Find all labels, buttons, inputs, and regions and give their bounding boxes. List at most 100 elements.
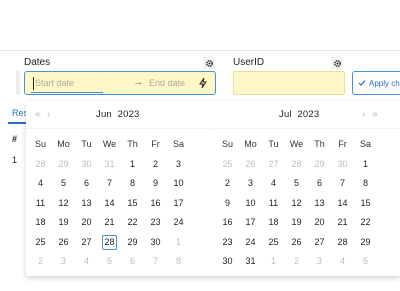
day-cell[interactable]: 24 bbox=[239, 233, 262, 253]
day-cell[interactable]: 27 bbox=[262, 155, 285, 175]
day-cell[interactable]: 11 bbox=[29, 194, 52, 214]
day-cell[interactable]: 29 bbox=[308, 155, 331, 175]
day-cell[interactable]: 22 bbox=[121, 213, 144, 233]
day-cell[interactable]: 5 bbox=[285, 174, 308, 194]
day-cell[interactable]: 5 bbox=[52, 174, 75, 194]
day-cell[interactable]: 2 bbox=[285, 252, 308, 272]
day-cell[interactable]: 4 bbox=[331, 252, 354, 272]
day-cell[interactable]: 19 bbox=[52, 213, 75, 233]
lightning-icon[interactable] bbox=[197, 77, 209, 89]
day-cell[interactable]: 1 bbox=[354, 155, 377, 175]
day-cell[interactable]: 3 bbox=[239, 174, 262, 194]
day-cell-today[interactable]: 28 bbox=[98, 233, 121, 253]
month-title[interactable]: Jul 2023 bbox=[279, 109, 319, 120]
day-cell[interactable]: 2 bbox=[216, 174, 239, 194]
end-date-input[interactable]: End date bbox=[149, 78, 185, 88]
day-cell[interactable]: 15 bbox=[121, 194, 144, 214]
previous-year-icon[interactable]: « bbox=[35, 109, 41, 120]
day-cell[interactable]: 7 bbox=[98, 174, 121, 194]
day-cell[interactable]: 6 bbox=[75, 174, 98, 194]
day-cell[interactable]: 16 bbox=[216, 213, 239, 233]
day-cell[interactable]: 23 bbox=[216, 233, 239, 253]
day-cell[interactable]: 28 bbox=[331, 233, 354, 253]
day-cell[interactable]: 27 bbox=[308, 233, 331, 253]
day-cell[interactable]: 25 bbox=[216, 155, 239, 175]
day-cell[interactable]: 3 bbox=[52, 252, 75, 272]
next-month-icon[interactable]: › bbox=[362, 109, 365, 120]
apply-changes-button[interactable]: Apply ch bbox=[352, 71, 400, 95]
day-cell[interactable]: 29 bbox=[52, 155, 75, 175]
day-cell[interactable]: 6 bbox=[121, 252, 144, 272]
day-cell[interactable]: 30 bbox=[216, 252, 239, 272]
previous-month-icon[interactable]: ‹ bbox=[47, 109, 50, 120]
day-cell[interactable]: 26 bbox=[239, 155, 262, 175]
day-cell[interactable]: 2 bbox=[29, 252, 52, 272]
day-cell[interactable]: 29 bbox=[354, 233, 377, 253]
day-cell[interactable]: 14 bbox=[331, 194, 354, 214]
day-cell[interactable]: 7 bbox=[144, 252, 167, 272]
day-cell[interactable]: 15 bbox=[354, 194, 377, 214]
day-cell[interactable]: 7 bbox=[331, 174, 354, 194]
next-year-icon[interactable]: » bbox=[372, 109, 378, 120]
month-name[interactable]: Jun bbox=[96, 109, 112, 120]
day-cell[interactable]: 31 bbox=[98, 155, 121, 175]
day-cell[interactable]: 22 bbox=[354, 213, 377, 233]
month-year[interactable]: 2023 bbox=[118, 109, 140, 120]
day-cell[interactable]: 2 bbox=[144, 155, 167, 175]
day-cell[interactable]: 18 bbox=[262, 213, 285, 233]
day-cell[interactable]: 20 bbox=[308, 213, 331, 233]
day-cell[interactable]: 12 bbox=[285, 194, 308, 214]
day-cell[interactable]: 26 bbox=[285, 233, 308, 253]
day-cell[interactable]: 8 bbox=[354, 174, 377, 194]
dates-settings-gear-icon[interactable] bbox=[203, 57, 215, 69]
day-cell[interactable]: 3 bbox=[167, 155, 190, 175]
day-cell[interactable]: 25 bbox=[262, 233, 285, 253]
day-cell[interactable]: 27 bbox=[75, 233, 98, 253]
day-cell[interactable]: 4 bbox=[29, 174, 52, 194]
day-cell[interactable]: 17 bbox=[239, 213, 262, 233]
day-cell[interactable]: 23 bbox=[144, 213, 167, 233]
day-cell[interactable]: 13 bbox=[308, 194, 331, 214]
day-cell[interactable]: 5 bbox=[98, 252, 121, 272]
date-range-input[interactable]: Start date → End date bbox=[24, 71, 216, 95]
day-cell[interactable]: 28 bbox=[29, 155, 52, 175]
day-cell[interactable]: 25 bbox=[29, 233, 52, 253]
day-cell[interactable]: 1 bbox=[121, 155, 144, 175]
day-cell[interactable]: 29 bbox=[121, 233, 144, 253]
day-cell[interactable]: 5 bbox=[354, 252, 377, 272]
month-year[interactable]: 2023 bbox=[297, 109, 319, 120]
day-cell[interactable]: 4 bbox=[75, 252, 98, 272]
month-name[interactable]: Jul bbox=[279, 109, 292, 120]
day-cell[interactable]: 1 bbox=[167, 233, 190, 253]
day-cell[interactable]: 1 bbox=[262, 252, 285, 272]
day-cell[interactable]: 30 bbox=[144, 233, 167, 253]
day-cell[interactable]: 20 bbox=[75, 213, 98, 233]
start-date-input[interactable]: Start date bbox=[35, 78, 74, 88]
day-cell[interactable]: 17 bbox=[167, 194, 190, 214]
day-cell[interactable]: 10 bbox=[239, 194, 262, 214]
day-cell[interactable]: 21 bbox=[98, 213, 121, 233]
day-cell[interactable]: 12 bbox=[52, 194, 75, 214]
day-cell[interactable]: 28 bbox=[285, 155, 308, 175]
day-cell[interactable]: 24 bbox=[167, 213, 190, 233]
day-cell[interactable]: 18 bbox=[29, 213, 52, 233]
day-cell[interactable]: 11 bbox=[262, 194, 285, 214]
day-cell[interactable]: 26 bbox=[52, 233, 75, 253]
day-cell[interactable]: 16 bbox=[144, 194, 167, 214]
userid-input[interactable] bbox=[233, 71, 345, 95]
day-cell[interactable]: 31 bbox=[239, 252, 262, 272]
day-cell[interactable]: 30 bbox=[331, 155, 354, 175]
month-title[interactable]: Jun 2023 bbox=[96, 109, 140, 120]
day-cell[interactable]: 14 bbox=[98, 194, 121, 214]
tab-results[interactable]: Res bbox=[0, 104, 28, 126]
day-cell[interactable]: 3 bbox=[308, 252, 331, 272]
day-cell[interactable]: 21 bbox=[331, 213, 354, 233]
day-cell[interactable]: 8 bbox=[121, 174, 144, 194]
day-cell[interactable]: 30 bbox=[75, 155, 98, 175]
day-cell[interactable]: 19 bbox=[285, 213, 308, 233]
day-cell[interactable]: 9 bbox=[216, 194, 239, 214]
day-cell[interactable]: 4 bbox=[262, 174, 285, 194]
day-cell[interactable]: 13 bbox=[75, 194, 98, 214]
day-cell[interactable]: 6 bbox=[308, 174, 331, 194]
day-cell[interactable]: 8 bbox=[167, 252, 190, 272]
